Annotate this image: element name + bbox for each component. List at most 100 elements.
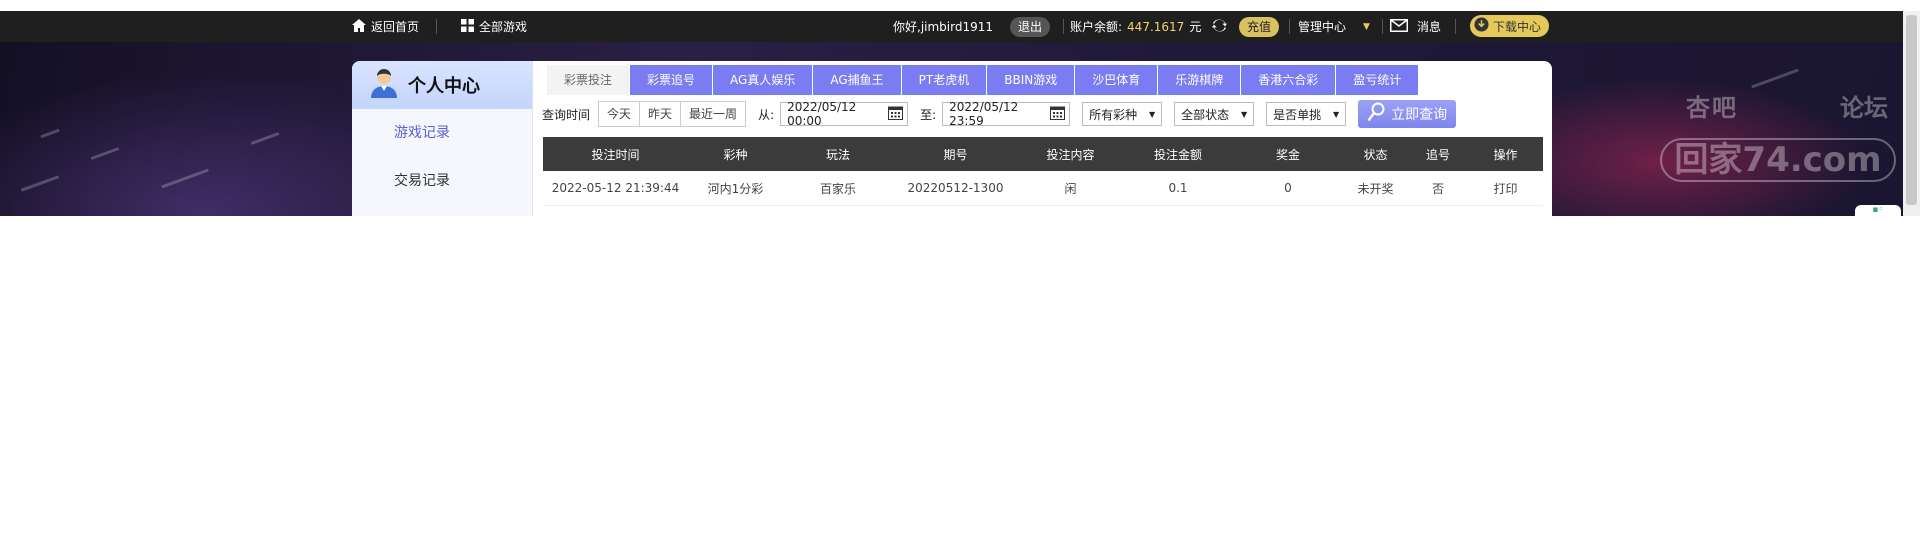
search-key-icon: [1367, 102, 1385, 126]
range-today-button[interactable]: 今天: [599, 102, 641, 126]
decor-streak: [90, 146, 120, 161]
watermark-text: 杏吧: [1686, 94, 1738, 122]
tab-leyou-cards[interactable]: 乐游棋牌: [1158, 65, 1241, 95]
col-prize: 奖金: [1275, 147, 1300, 162]
all-games-label: 全部游戏: [479, 20, 528, 34]
print-link[interactable]: 打印: [1468, 171, 1543, 205]
logout-button[interactable]: 退出: [1010, 11, 1051, 42]
tab-lottery-bets[interactable]: 彩票投注: [547, 65, 630, 95]
status-select[interactable]: 全部状态 ▼: [1174, 102, 1255, 126]
calendar-icon: [1050, 105, 1066, 123]
divider: [1063, 19, 1064, 34]
balance-label: 账户余额:: [1070, 20, 1123, 34]
decor-streak: [20, 175, 60, 192]
message-label: 消息: [1417, 20, 1442, 34]
caret-down-icon: ▼: [1333, 109, 1340, 119]
from-label: 从:: [758, 107, 775, 122]
sidebar-title: 个人中心: [408, 76, 480, 97]
tab-bbin-games[interactable]: BBIN游戏: [987, 65, 1075, 95]
single-bet-select[interactable]: 是否单挑 ▼: [1266, 102, 1347, 126]
end-date-input[interactable]: 2022/05/12 23:59: [942, 100, 1071, 128]
cell-bet-time: 2022-05-12 21:39:44: [551, 181, 680, 195]
caret-down-icon: ▼: [1149, 109, 1156, 119]
col-bet-amount: 投注金额: [1153, 147, 1202, 162]
cell-status: 未开奖: [1357, 181, 1394, 196]
record-tabs: 彩票投注 彩票追号 AG真人娱乐 AG捕鱼王 PT老虎机 BBIN游戏 沙巴体育…: [547, 65, 1419, 95]
admin-center-menu[interactable]: 管理中心 ▼: [1298, 11, 1370, 42]
logout-label: 退出: [1010, 16, 1051, 37]
tab-saba-sports[interactable]: 沙巴体育: [1075, 65, 1158, 95]
range-last-week-button[interactable]: 最近一周: [681, 102, 745, 126]
recharge-button[interactable]: 充值: [1239, 11, 1280, 42]
tab-lottery-chase[interactable]: 彩票追号: [630, 65, 713, 95]
col-issue: 期号: [943, 147, 968, 162]
decor-streak: [160, 168, 210, 189]
tab-pt-slots[interactable]: PT老虎机: [901, 65, 987, 95]
sidebar-item-game-records[interactable]: 游戏记录: [352, 109, 532, 157]
tab-ag-fishing[interactable]: AG捕鱼王: [813, 65, 901, 95]
col-bet-content: 投注内容: [1046, 147, 1095, 162]
floating-widget[interactable]: ▪◦: [1855, 205, 1901, 216]
single-bet-value: 是否单挑: [1273, 107, 1322, 122]
status-value: 全部状态: [1181, 107, 1230, 122]
download-label: 下载中心: [1493, 19, 1542, 34]
download-icon: [1474, 17, 1489, 35]
refresh-icon: [1212, 18, 1227, 36]
balance-unit: 元: [1189, 20, 1202, 34]
tab-ag-live[interactable]: AG真人娱乐: [713, 65, 813, 95]
tab-hk-mark-six[interactable]: 香港六合彩: [1241, 65, 1336, 95]
scrollbar-thumb[interactable]: [1906, 15, 1917, 205]
download-center-button[interactable]: 下载中心: [1470, 15, 1550, 37]
balance-value: 447.1617: [1127, 19, 1185, 34]
personal-center-panel: 个人中心 游戏记录 交易记录 彩票投注 彩票追号 AG真人娱乐 AG捕鱼王 PT…: [352, 61, 1552, 216]
query-time-label: 查询时间: [542, 107, 591, 122]
decor-streak: [40, 128, 60, 139]
top-nav-bar: 返回首页 全部游戏 你好,jimbird1911 退出 账户余额: 447.16…: [0, 11, 1920, 42]
admin-label: 管理中心: [1298, 20, 1347, 34]
greeting-text: 你好,jimbird1911: [893, 11, 993, 42]
range-yesterday-button[interactable]: 昨天: [640, 102, 682, 126]
cell-bet-content: 闲: [1064, 181, 1077, 196]
sidebar-header: 个人中心: [352, 61, 532, 109]
watermark-text: 论坛: [1840, 94, 1888, 122]
home-icon: [352, 18, 366, 35]
lottery-type-select[interactable]: 所有彩种 ▼: [1082, 102, 1163, 126]
greeting: 你好,jimbird1911: [893, 20, 994, 34]
search-label: 立即查询: [1391, 107, 1448, 123]
refresh-balance-button[interactable]: [1212, 11, 1227, 42]
col-status: 状态: [1363, 147, 1388, 162]
cell-lottery: 河内1分彩: [707, 181, 764, 196]
decor-streak: [1750, 68, 1800, 89]
divider: [436, 19, 437, 34]
balance-area: 账户余额: 447.1617 元: [1070, 11, 1201, 42]
table-row: 2022-05-12 21:39:44 河内1分彩 百家乐 20220512-1…: [543, 171, 1543, 206]
quick-range-group: 今天 昨天 最近一周: [598, 101, 747, 127]
caret-down-icon: ▼: [1241, 109, 1248, 119]
search-button[interactable]: 立即查询: [1358, 100, 1457, 128]
sidebar-item-transaction-records[interactable]: 交易记录: [352, 157, 532, 205]
bets-table: 投注时间 彩种 玩法 期号 投注内容 投注金额 奖金 状态 追号 操作 2022…: [543, 137, 1543, 206]
messages-link[interactable]: 消息: [1390, 11, 1441, 42]
col-bet-time: 投注时间: [591, 147, 640, 162]
all-games-link[interactable]: 全部游戏: [461, 11, 527, 42]
cell-bet-amount: 0.1: [1168, 181, 1188, 195]
home-link[interactable]: 返回首页: [352, 11, 419, 42]
caret-down-icon: ▼: [1363, 21, 1370, 32]
sidebar: 个人中心 游戏记录 交易记录: [352, 61, 533, 216]
user-avatar-icon: [370, 68, 398, 103]
start-date-value: 2022/05/12 00:00: [787, 100, 857, 128]
col-play: 玩法: [825, 147, 850, 162]
col-action: 操作: [1493, 147, 1518, 162]
main-content: 彩票投注 彩票追号 AG真人娱乐 AG捕鱼王 PT老虎机 BBIN游戏 沙巴体育…: [533, 61, 1552, 216]
cell-issue: 20220512-1300: [907, 181, 1004, 195]
filter-bar: 查询时间 今天 昨天 最近一周 从: 2022/05/12 00:00 至: 2…: [542, 100, 1457, 128]
start-date-input[interactable]: 2022/05/12 00:00: [780, 100, 909, 128]
widget-icon: ▪◦: [1872, 205, 1884, 215]
mail-icon: [1390, 18, 1408, 35]
cell-chase: 否: [1431, 181, 1444, 196]
col-lottery: 彩种: [723, 147, 748, 162]
table-header: 投注时间 彩种 玩法 期号 投注内容 投注金额 奖金 状态 追号 操作: [543, 137, 1543, 171]
page-scrollbar[interactable]: [1903, 11, 1920, 216]
tab-profit-stats[interactable]: 盈亏统计: [1336, 65, 1419, 95]
divider: [1455, 19, 1456, 34]
